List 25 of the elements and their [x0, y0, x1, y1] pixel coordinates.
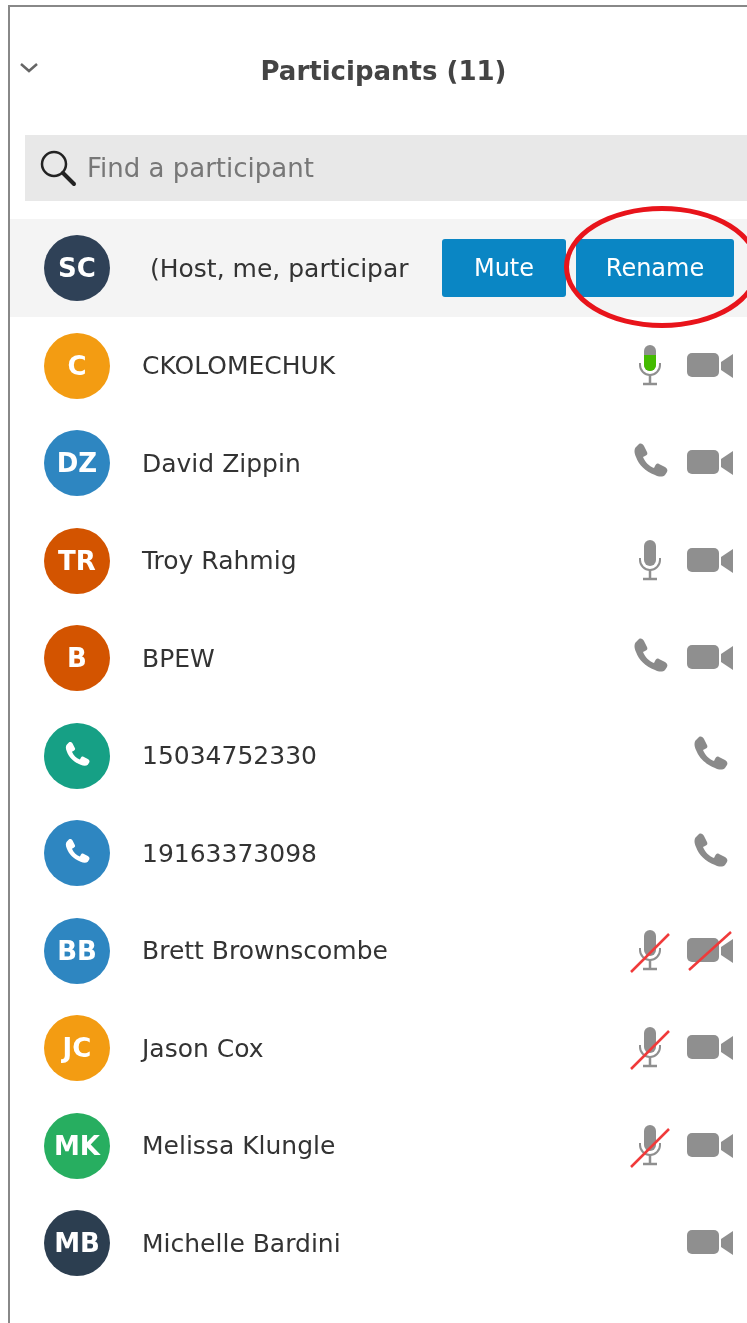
participant-name: Michelle Bardini	[142, 1228, 342, 1258]
participant-name: (Host, me, participar	[150, 253, 410, 283]
avatar: MB	[44, 1210, 110, 1277]
participant-name: Melissa Klungle	[142, 1131, 337, 1161]
panel-title: Participants (11)	[259, 56, 508, 86]
rename-button[interactable]: Rename	[576, 239, 734, 297]
avatar: TR	[44, 527, 110, 594]
mute-button[interactable]: Mute	[442, 239, 566, 297]
avatar: C	[44, 332, 110, 399]
participant-name: BPEW	[142, 643, 216, 673]
avatar: BB	[44, 917, 110, 984]
participant-name: Jason Cox	[142, 1033, 265, 1063]
avatar: MK	[44, 1112, 110, 1179]
participant-name: David Zippin	[142, 448, 302, 478]
participant-name: 15034752330	[142, 741, 318, 771]
chevron-icon[interactable]	[18, 60, 40, 74]
avatar: DZ	[44, 430, 110, 497]
avatar: JC	[44, 1015, 110, 1082]
participant-name: Brett Brownscombe	[142, 936, 389, 966]
participant-name: CKOLOMECHUK	[142, 351, 337, 381]
participant-name: Troy Rahmig	[142, 546, 298, 576]
avatar: SC	[44, 235, 110, 301]
participant-name: 19163373098	[142, 838, 318, 868]
avatar: B	[44, 625, 110, 692]
search-field[interactable]: Find a participant	[25, 135, 747, 201]
